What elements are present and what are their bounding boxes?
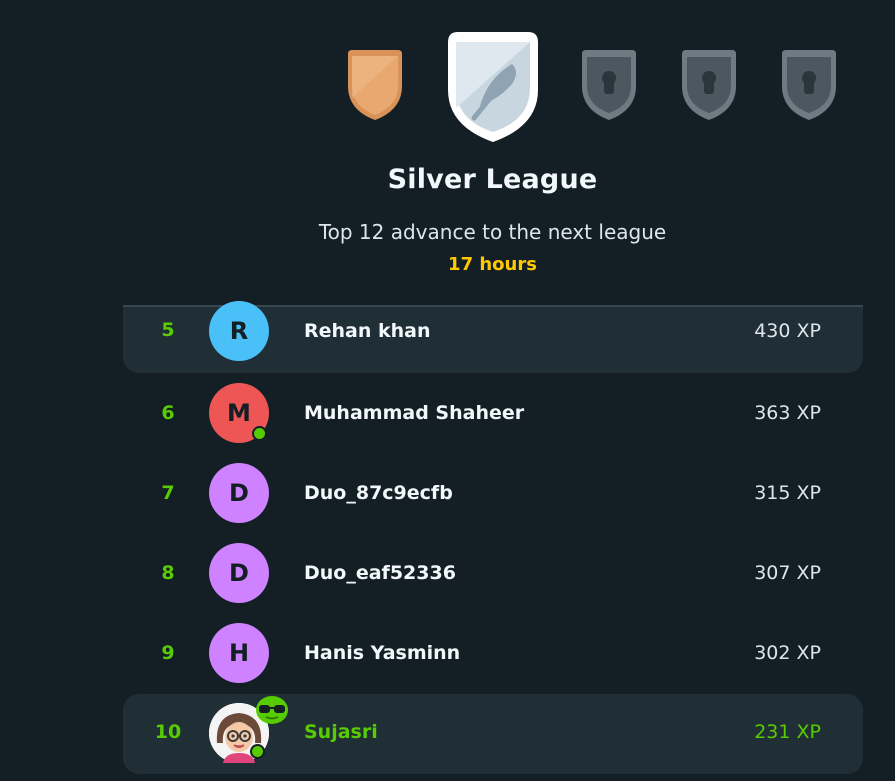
rank: 9: [161, 642, 175, 664]
league-subtitle: Top 12 advance to the next league: [318, 220, 667, 244]
user-xp: 363 XP: [754, 402, 821, 424]
locked-league-badge: [776, 48, 842, 122]
avatar[interactable]: D: [209, 543, 269, 603]
rank: 8: [161, 562, 175, 584]
user-xp: 307 XP: [754, 562, 821, 584]
user-name[interactable]: Rehan khan: [304, 320, 431, 342]
online-indicator-icon: [252, 426, 267, 441]
avatar[interactable]: R: [209, 301, 269, 361]
avatar-initial: D: [229, 559, 249, 587]
user-name[interactable]: Sujasri: [304, 721, 378, 743]
league-title: Silver League: [387, 164, 598, 195]
avatar-initial: D: [229, 479, 249, 507]
user-xp: 315 XP: [754, 482, 821, 504]
user-name[interactable]: Duo_eaf52336: [304, 562, 456, 584]
leaderboard-row[interactable]: 8 D Duo_eaf52336 307 XP: [123, 541, 863, 621]
leaderboard-row-current-user[interactable]: 10 Sujasri 231 XP: [123, 694, 863, 774]
leaderboard-row[interactable]: 9 H Hanis Yasminn 302 XP: [123, 621, 863, 701]
user-name[interactable]: Muhammad Shaheer: [304, 402, 524, 424]
avatar-initial: R: [229, 317, 249, 345]
online-indicator-icon: [250, 744, 265, 759]
silver-league-badge: [440, 28, 546, 144]
user-xp: 430 XP: [754, 320, 821, 342]
rank: 7: [161, 482, 175, 504]
avatar-initial: H: [228, 639, 250, 667]
user-name[interactable]: Hanis Yasminn: [304, 642, 460, 664]
rank: 6: [161, 402, 175, 424]
league-timer: 17 hours: [448, 254, 537, 275]
locked-league-badge: [576, 48, 642, 122]
locked-league-badge: [676, 48, 742, 122]
avatar[interactable]: [209, 696, 288, 763]
rank: 10: [154, 721, 182, 743]
leaderboard-row[interactable]: 5 R Rehan khan 430 XP: [123, 301, 863, 373]
user-xp: 302 XP: [754, 642, 821, 664]
bronze-league-badge: [342, 48, 408, 122]
user-xp: 231 XP: [754, 721, 821, 743]
league-badges: [0, 0, 895, 150]
avatar-initial: M: [227, 399, 251, 427]
cool-duo-reaction-icon: [256, 696, 288, 724]
avatar[interactable]: H: [209, 623, 269, 683]
user-name[interactable]: Duo_87c9ecfb: [304, 482, 453, 504]
avatar[interactable]: D: [209, 463, 269, 523]
rank: 5: [161, 319, 175, 341]
avatar[interactable]: M: [209, 383, 269, 443]
leaderboard-row[interactable]: 6 M Muhammad Shaheer 363 XP: [123, 381, 863, 461]
leaderboard-row[interactable]: 7 D Duo_87c9ecfb 315 XP: [123, 461, 863, 541]
